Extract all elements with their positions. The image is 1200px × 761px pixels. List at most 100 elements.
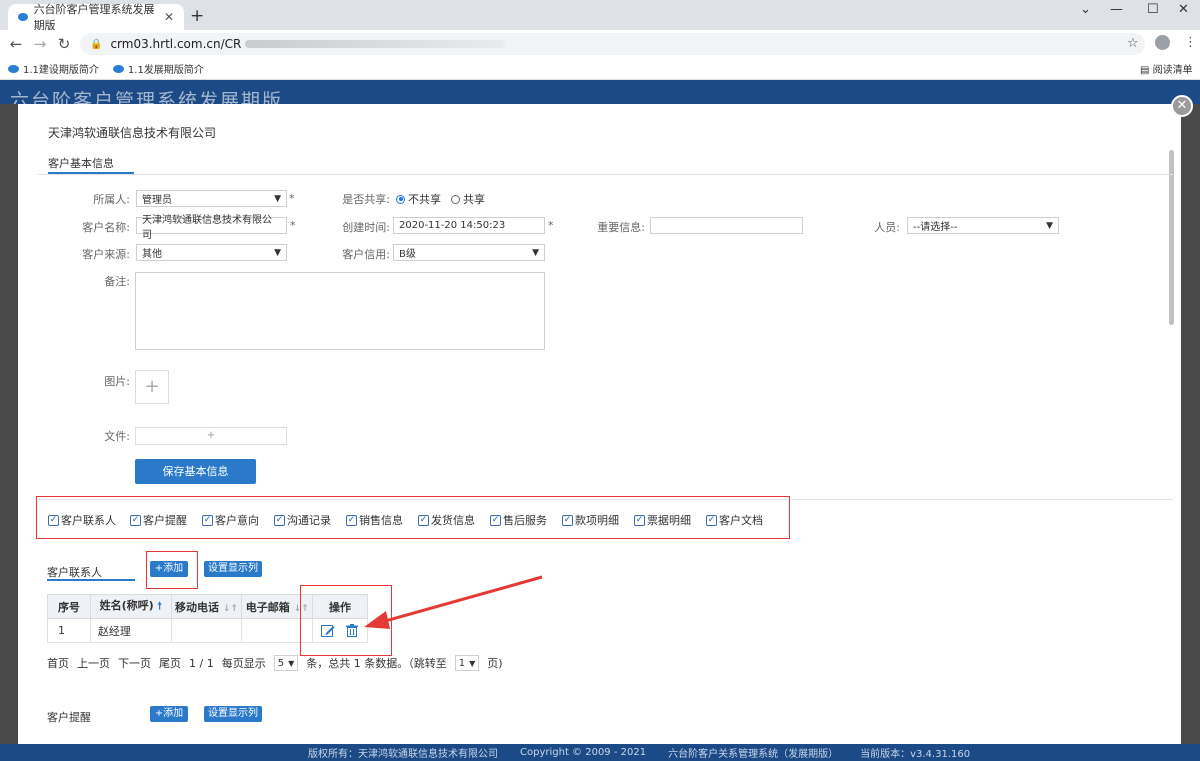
image-upload-button[interactable]: + bbox=[135, 370, 169, 404]
column-header-label: 电子邮箱 bbox=[245, 600, 290, 614]
section-checkbox[interactable]: ✓ 客户意向 bbox=[202, 512, 259, 528]
footer-copyright: 版权所有：天津鸿软通联信息技术有限公司 bbox=[308, 749, 498, 760]
menu-icon[interactable]: ⋮ bbox=[1184, 35, 1197, 50]
source-value: 其他 bbox=[142, 249, 162, 260]
tab-basic-info[interactable]: 客户基本信息 bbox=[48, 155, 114, 171]
profile-icon[interactable] bbox=[1155, 35, 1170, 50]
tab-search-icon[interactable]: ⌄ bbox=[1080, 2, 1091, 17]
source-label: 客户来源: bbox=[82, 248, 130, 261]
modal-close-icon[interactable]: ✕ bbox=[1171, 95, 1193, 117]
footer-version: 当前版本：v3.4.31.160 bbox=[860, 749, 971, 760]
jump-page-select[interactable]: 1 ▼ bbox=[454, 655, 480, 671]
share-yes-label: 共享 bbox=[463, 193, 485, 206]
section-checkbox[interactable]: ✓ 客户提醒 bbox=[130, 512, 187, 528]
customer-name-input[interactable]: 天津鸿软通联信息技术有限公司 bbox=[136, 215, 287, 241]
footer-years: Copyright © 2009 - 2021 bbox=[520, 747, 647, 758]
column-header-label: 姓名(称呼) bbox=[99, 599, 154, 612]
person-value: --请选择-- bbox=[913, 222, 958, 233]
created-time-input[interactable]: 2020-11-20 14:50:23 bbox=[393, 217, 545, 234]
section-checkbox[interactable]: ✓ 销售信息 bbox=[346, 512, 403, 528]
radio-icon bbox=[451, 194, 460, 204]
section-checkbox[interactable]: ✓ 售后服务 bbox=[490, 512, 547, 528]
contacts-title-underline bbox=[47, 579, 135, 581]
tab-close-icon[interactable]: ✕ bbox=[164, 10, 174, 24]
company-title: 天津鸿软通联信息技术有限公司 bbox=[48, 126, 217, 140]
url-blur bbox=[245, 40, 506, 48]
column-header[interactable]: 移动电话 ↓↑ bbox=[170, 594, 243, 619]
chevron-down-icon: ▼ bbox=[288, 658, 295, 668]
star-icon[interactable]: ☆ bbox=[1127, 36, 1139, 51]
plus-icon: + bbox=[144, 376, 160, 397]
set-columns-button[interactable]: 设置显示列 bbox=[204, 706, 262, 722]
chevron-down-icon: ▼ bbox=[1046, 220, 1053, 231]
new-tab-button[interactable]: + bbox=[190, 6, 204, 26]
bookmark-item[interactable]: 1.1发展期版简介 bbox=[112, 61, 204, 76]
window-close-icon[interactable]: ✕ bbox=[1178, 2, 1189, 17]
bookmark-label: 1.1建设期版简介 bbox=[23, 65, 99, 76]
bookmark-icon bbox=[8, 64, 19, 73]
remark-textarea[interactable] bbox=[135, 272, 545, 350]
share-label: 是否共享: bbox=[342, 193, 390, 206]
app-header: 六台阶客户管理系统发展期版 bbox=[0, 80, 1200, 112]
name-label: 客户名称: bbox=[82, 221, 130, 234]
important-info-input[interactable] bbox=[650, 217, 803, 234]
source-select[interactable]: 其他 ▼ bbox=[136, 244, 287, 261]
maximize-icon[interactable]: ☐ bbox=[1147, 2, 1159, 17]
add-reminder-button[interactable]: +添加 bbox=[150, 706, 188, 722]
favicon-icon bbox=[18, 13, 28, 21]
sort-asc-icon[interactable]: 🠕 bbox=[158, 601, 162, 612]
minimize-icon[interactable]: — bbox=[1110, 2, 1123, 17]
column-header: 序号 bbox=[47, 594, 91, 619]
prev-page-link[interactable]: 上一页 bbox=[77, 655, 110, 671]
modal-scrollbar[interactable] bbox=[1169, 150, 1174, 325]
reading-list[interactable]: ▤ 阅读清单 bbox=[1140, 61, 1193, 76]
file-label: 文件: bbox=[104, 430, 130, 443]
share-yes-radio[interactable]: 共享 bbox=[451, 191, 485, 207]
cell-name: 赵经理 bbox=[89, 618, 172, 643]
checkbox-checked-icon: ✓ bbox=[48, 514, 59, 526]
back-icon[interactable]: ← bbox=[4, 35, 28, 53]
cell-phone bbox=[170, 618, 243, 643]
address-bar[interactable]: 🔒 crm03.hrtl.com.cn/CR bbox=[80, 33, 1145, 55]
plus-icon: + bbox=[206, 430, 216, 441]
image-label: 图片: bbox=[104, 375, 130, 388]
forward-icon[interactable]: → bbox=[28, 35, 52, 53]
section-checkbox-label: 款项明细 bbox=[575, 514, 619, 527]
browser-tab[interactable]: 六台阶客户管理系统发展期版 ✕ bbox=[8, 3, 184, 32]
section-checkbox[interactable]: ✓ 客户联系人 bbox=[48, 512, 116, 528]
checkbox-checked-icon: ✓ bbox=[346, 514, 357, 526]
section-checkbox[interactable]: ✓ 沟通记录 bbox=[274, 512, 331, 528]
required-mark: * bbox=[548, 219, 554, 232]
section-checkbox[interactable]: ✓ 款项明细 bbox=[562, 512, 619, 528]
owner-select[interactable]: 管理员 ▼ bbox=[136, 190, 287, 207]
column-header[interactable]: 姓名(称呼) 🠕 bbox=[89, 594, 172, 619]
jump-page-value: 1 bbox=[458, 657, 466, 669]
section-checkbox[interactable]: ✓ 发货信息 bbox=[418, 512, 475, 528]
share-no-radio[interactable]: 不共享 bbox=[396, 191, 441, 207]
reading-list-icon: ▤ bbox=[1140, 65, 1150, 76]
divider bbox=[38, 174, 1173, 175]
sort-icon[interactable]: ↓↑ bbox=[223, 604, 238, 614]
reload-icon[interactable]: ↻ bbox=[52, 35, 76, 53]
section-checkbox-label: 客户提醒 bbox=[143, 514, 187, 527]
last-page-link[interactable]: 尾页 bbox=[159, 655, 181, 671]
checkbox-checked-icon: ✓ bbox=[202, 514, 213, 526]
first-page-link[interactable]: 首页 bbox=[47, 655, 69, 671]
next-page-link[interactable]: 下一页 bbox=[118, 655, 151, 671]
person-select[interactable]: --请选择-- ▼ bbox=[907, 217, 1059, 234]
reminders-title: 客户提醒 bbox=[47, 711, 91, 724]
set-columns-button[interactable]: 设置显示列 bbox=[204, 561, 262, 577]
credit-select[interactable]: B级 ▼ bbox=[393, 244, 545, 261]
bookmark-icon bbox=[112, 64, 124, 73]
radio-checked-icon bbox=[396, 194, 405, 204]
cell-no: 1 bbox=[47, 618, 91, 643]
checkbox-checked-icon: ✓ bbox=[562, 514, 573, 526]
save-basic-info-button[interactable]: 保存基本信息 bbox=[135, 459, 256, 484]
section-checkbox[interactable]: ✓ 票据明细 bbox=[634, 512, 691, 528]
per-page-select[interactable]: 5 ▼ bbox=[273, 655, 299, 671]
section-checkbox[interactable]: ✓ 客户文档 bbox=[706, 512, 763, 528]
add-contact-button[interactable]: +添加 bbox=[150, 561, 188, 577]
bookmark-item[interactable]: 1.1建设期版简介 bbox=[8, 61, 99, 76]
file-upload-button[interactable]: + bbox=[135, 427, 287, 445]
section-checkbox-label: 客户文档 bbox=[719, 514, 763, 527]
